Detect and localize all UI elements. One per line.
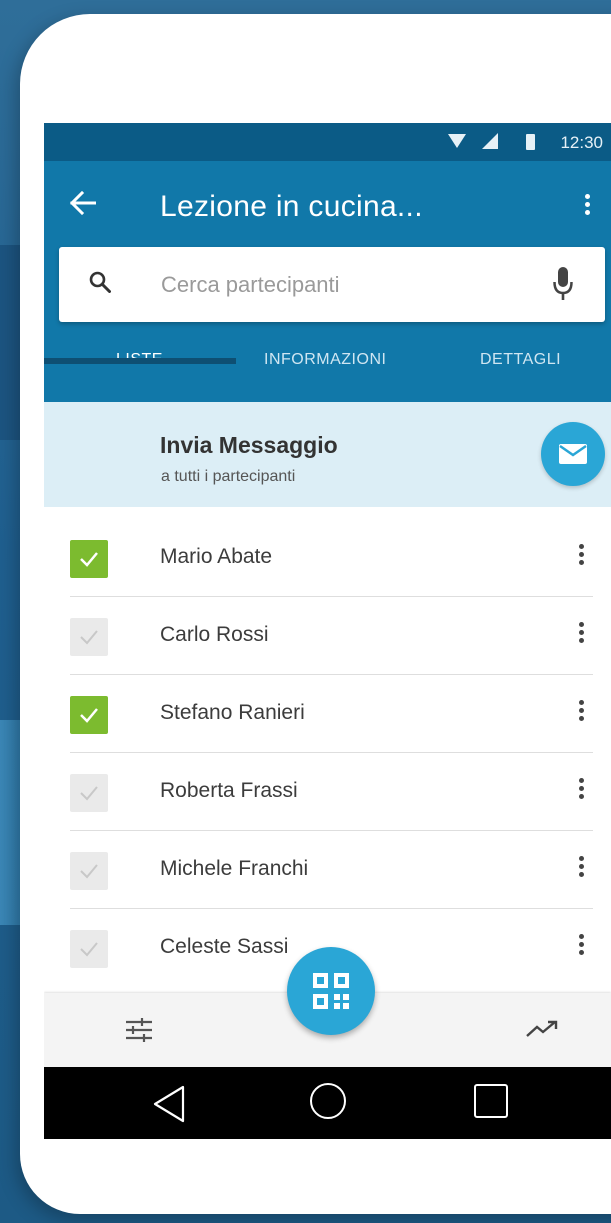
more-vert-icon[interactable] [579, 700, 585, 724]
checkbox[interactable] [70, 930, 108, 968]
mic-icon[interactable] [553, 266, 573, 302]
wifi-icon [448, 134, 466, 148]
battery-icon [526, 134, 535, 150]
nav-home-icon[interactable] [310, 1083, 346, 1119]
more-vert-icon[interactable] [579, 934, 585, 958]
list-item[interactable]: Carlo Rossi [44, 597, 611, 675]
list-item[interactable]: Michele Franchi [44, 831, 611, 909]
list-item[interactable]: Roberta Frassi [44, 753, 611, 831]
participant-name: Carlo Rossi [160, 623, 269, 646]
search-input[interactable] [159, 265, 523, 305]
app-bar: Lezione in cucina... LISTE INFORMAZIONI … [44, 161, 611, 402]
participant-name: Celeste Sassi [160, 935, 289, 958]
qr-code-icon [313, 973, 349, 1009]
banner-subtitle: a tutti i partecipanti [161, 468, 296, 485]
trending-up-icon[interactable] [525, 1019, 559, 1039]
arrow-back-icon[interactable] [69, 190, 98, 219]
more-vert-icon[interactable] [579, 544, 585, 568]
status-time: 12:30 [560, 133, 603, 152]
more-vert-icon[interactable] [579, 778, 585, 802]
tab-dettagli[interactable]: DETTAGLI [480, 351, 561, 369]
participant-name: Stefano Ranieri [160, 701, 305, 724]
tab-informazioni[interactable]: INFORMAZIONI [264, 351, 386, 369]
search-bar [59, 247, 605, 322]
more-vert-icon[interactable] [579, 856, 585, 880]
send-message-banner[interactable]: Invia Messaggio a tutti i partecipanti [44, 402, 611, 507]
tune-icon[interactable] [124, 1017, 154, 1043]
checkbox[interactable] [70, 696, 108, 734]
participant-list: Mario Abate Carlo Rossi Stefano Ranieri … [44, 519, 611, 987]
search-icon[interactable] [89, 271, 111, 293]
mail-icon [559, 444, 587, 464]
send-message-button[interactable] [541, 422, 605, 486]
more-vert-icon[interactable] [579, 622, 585, 646]
participant-name: Roberta Frassi [160, 779, 298, 802]
list-item[interactable]: Stefano Ranieri [44, 675, 611, 753]
tab-bar: LISTE INFORMAZIONI DETTAGLI [44, 331, 611, 402]
system-nav-bar [44, 1067, 611, 1139]
more-vert-icon[interactable] [585, 194, 591, 218]
nav-recents-icon[interactable] [474, 1084, 508, 1118]
banner-title: Invia Messaggio [160, 432, 338, 458]
scan-qr-button[interactable] [287, 947, 375, 1035]
list-item[interactable]: Mario Abate [44, 519, 611, 597]
nav-back-icon[interactable] [152, 1085, 186, 1123]
checkbox[interactable] [70, 852, 108, 890]
signal-icon [482, 133, 498, 149]
page-title: Lezione in cucina... [160, 190, 423, 223]
participant-name: Michele Franchi [160, 857, 309, 880]
phone-screen: 12:30 Lezione in cucina... LISTE INFORMA… [44, 123, 611, 1139]
status-bar: 12:30 [44, 123, 611, 161]
checkbox[interactable] [70, 774, 108, 812]
checkbox[interactable] [70, 540, 108, 578]
checkbox[interactable] [70, 618, 108, 656]
tab-indicator [44, 358, 236, 364]
participant-name: Mario Abate [160, 545, 273, 568]
